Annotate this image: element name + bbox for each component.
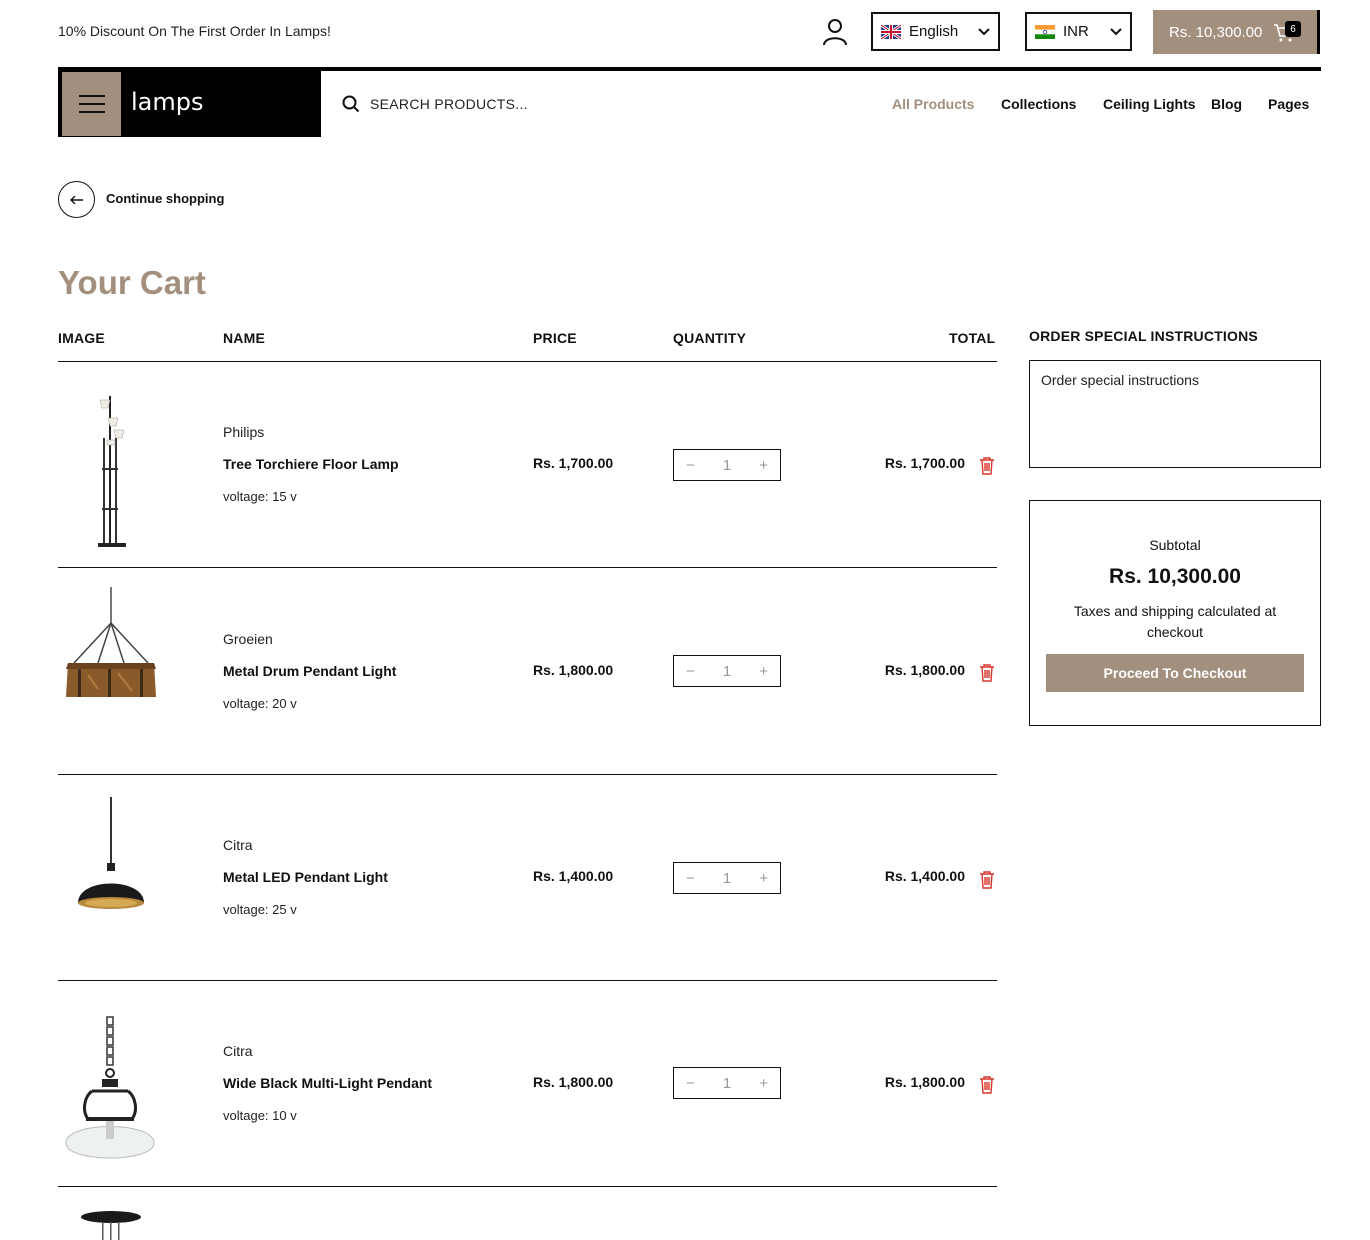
instructions-title: ORDER SPECIAL INSTRUCTIONS bbox=[1029, 328, 1258, 344]
product-image-partial[interactable] bbox=[58, 1206, 164, 1240]
product-vendor: Citra bbox=[223, 837, 253, 853]
decrease-button[interactable]: − bbox=[686, 1075, 695, 1092]
product-option: voltage: 20 v bbox=[223, 696, 297, 711]
quantity-value[interactable]: 1 bbox=[723, 1075, 731, 1092]
product-name[interactable]: Wide Black Multi-Light Pendant bbox=[223, 1075, 432, 1091]
trash-icon[interactable] bbox=[979, 663, 995, 682]
nav-blog[interactable]: Blog bbox=[1211, 96, 1242, 112]
product-name[interactable]: Tree Torchiere Floor Lamp bbox=[223, 456, 399, 472]
cart-total: Rs. 10,300.00 bbox=[1169, 23, 1263, 41]
increase-button[interactable]: + bbox=[759, 663, 768, 680]
search-icon bbox=[342, 95, 360, 113]
tax-note: Taxes and shipping calculated at checkou… bbox=[1073, 603, 1277, 640]
product-option: voltage: 15 v bbox=[223, 489, 297, 504]
currency-select[interactable]: INR bbox=[1025, 12, 1132, 51]
line-total: Rs. 1,400.00 bbox=[884, 868, 965, 884]
product-name[interactable]: Metal LED Pendant Light bbox=[223, 869, 388, 885]
trash-icon[interactable] bbox=[979, 870, 995, 889]
cart-button[interactable]: Rs. 10,300.00 6 bbox=[1153, 10, 1320, 54]
cart-count-badge: 6 bbox=[1285, 21, 1301, 37]
uk-flag-icon bbox=[881, 24, 901, 39]
account-icon[interactable] bbox=[822, 18, 848, 46]
quantity-stepper[interactable]: − 1 + bbox=[673, 449, 781, 481]
nav-pages[interactable]: Pages bbox=[1268, 96, 1309, 112]
brand-logo[interactable]: lamps bbox=[131, 88, 204, 116]
product-vendor: Citra bbox=[223, 1043, 253, 1059]
instructions-textarea[interactable]: Order special instructions bbox=[1029, 360, 1321, 468]
quantity-stepper[interactable]: − 1 + bbox=[673, 655, 781, 687]
decrease-button[interactable]: − bbox=[686, 663, 695, 680]
product-option: voltage: 10 v bbox=[223, 1108, 297, 1123]
column-header-price: PRICE bbox=[533, 330, 577, 346]
search-input[interactable]: SEARCH PRODUCTS... bbox=[370, 96, 528, 112]
quantity-value[interactable]: 1 bbox=[723, 663, 731, 680]
back-arrow-icon[interactable] bbox=[58, 181, 95, 218]
line-total: Rs. 1,700.00 bbox=[884, 455, 965, 471]
product-name[interactable]: Metal Drum Pendant Light bbox=[223, 663, 396, 679]
continue-shopping-link[interactable]: Continue shopping bbox=[106, 191, 224, 206]
increase-button[interactable]: + bbox=[759, 870, 768, 887]
line-total: Rs. 1,800.00 bbox=[884, 662, 965, 678]
row-divider bbox=[58, 1186, 997, 1187]
decrease-button[interactable]: − bbox=[686, 870, 695, 887]
product-vendor: Philips bbox=[223, 424, 265, 440]
chevron-down-icon bbox=[978, 27, 990, 35]
column-header-total: TOTAL bbox=[949, 330, 996, 346]
language-select[interactable]: English bbox=[871, 12, 1000, 51]
nav-ceiling-lights[interactable]: Ceiling Lights bbox=[1103, 96, 1196, 112]
increase-button[interactable]: + bbox=[759, 457, 768, 474]
trash-icon[interactable] bbox=[979, 456, 995, 475]
page-title: Your Cart bbox=[58, 264, 206, 301]
product-price: Rs. 1,700.00 bbox=[533, 455, 614, 471]
checkout-button[interactable]: Proceed To Checkout bbox=[1046, 654, 1304, 692]
product-price: Rs. 1,800.00 bbox=[533, 662, 614, 678]
hamburger-line bbox=[78, 103, 105, 105]
promo-banner: 10% Discount On The First Order In Lamps… bbox=[58, 23, 331, 39]
table-row: Citra Wide Black Multi-Light Pendant vol… bbox=[58, 981, 997, 1187]
hamburger-line bbox=[78, 111, 105, 113]
nav-all-products[interactable]: All Products bbox=[892, 96, 974, 112]
subtotal-value: Rs. 10,300.00 bbox=[1109, 565, 1241, 588]
line-total: Rs. 1,800.00 bbox=[884, 1074, 965, 1090]
product-price: Rs. 1,400.00 bbox=[533, 868, 614, 884]
quantity-stepper[interactable]: − 1 + bbox=[673, 862, 781, 894]
column-header-image: IMAGE bbox=[58, 330, 105, 346]
brand-block: lamps bbox=[58, 71, 321, 137]
product-vendor: Groeien bbox=[223, 631, 273, 647]
chevron-down-icon bbox=[1110, 27, 1122, 35]
quantity-stepper[interactable]: − 1 + bbox=[673, 1067, 781, 1099]
currency-value: INR bbox=[1063, 23, 1089, 40]
search-bar[interactable]: SEARCH PRODUCTS... bbox=[342, 95, 528, 113]
menu-button[interactable] bbox=[62, 72, 121, 136]
product-price: Rs. 1,800.00 bbox=[533, 1074, 614, 1090]
nav-collections[interactable]: Collections bbox=[1001, 96, 1076, 112]
subtotal-label: Subtotal bbox=[1149, 537, 1201, 553]
quantity-value[interactable]: 1 bbox=[723, 870, 731, 887]
increase-button[interactable]: + bbox=[759, 1075, 768, 1092]
product-image-floor-lamp[interactable] bbox=[58, 378, 164, 550]
product-image-led-pendant[interactable] bbox=[58, 791, 164, 963]
product-option: voltage: 25 v bbox=[223, 902, 297, 917]
decrease-button[interactable]: − bbox=[686, 457, 695, 474]
table-row: Citra Metal LED Pendant Light voltage: 2… bbox=[58, 775, 997, 981]
product-image-multi-light-pendant[interactable] bbox=[58, 997, 164, 1169]
table-row: Groeien Metal Drum Pendant Light voltage… bbox=[58, 569, 997, 775]
language-value: English bbox=[909, 23, 959, 40]
column-header-quantity: QUANTITY bbox=[673, 330, 747, 346]
column-header-name: NAME bbox=[223, 330, 266, 346]
product-image-drum-pendant[interactable] bbox=[58, 585, 164, 757]
india-flag-icon bbox=[1035, 24, 1055, 39]
order-summary: Subtotal Rs. 10,300.00 Taxes and shippin… bbox=[1029, 500, 1321, 726]
hamburger-icon bbox=[78, 95, 105, 97]
row-divider bbox=[58, 567, 997, 568]
table-row: Philips Tree Torchiere Floor Lamp voltag… bbox=[58, 362, 997, 568]
trash-icon[interactable] bbox=[979, 1075, 995, 1094]
quantity-value[interactable]: 1 bbox=[723, 457, 731, 474]
